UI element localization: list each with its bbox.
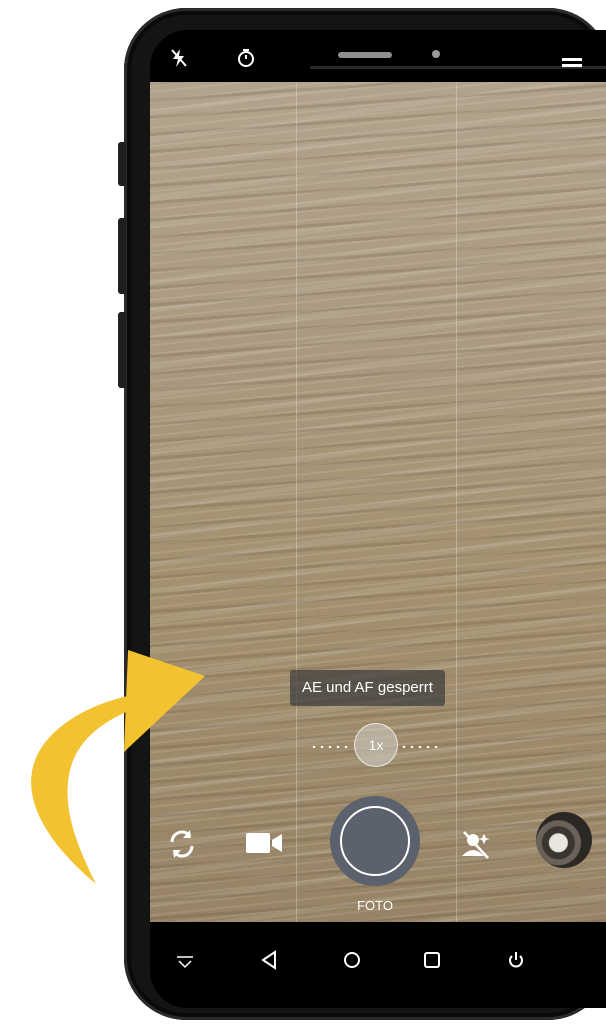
annotation-arrow	[31, 650, 205, 884]
stage: AE und AF gesperrt 1x FOTO	[0, 0, 606, 1027]
